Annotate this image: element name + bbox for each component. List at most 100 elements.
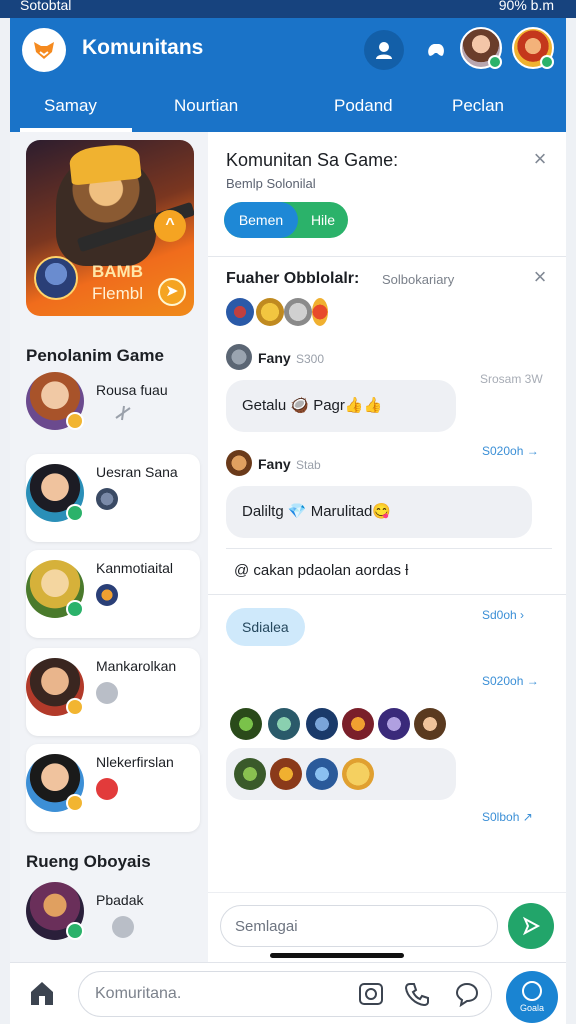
arrow-right-icon[interactable]: ➤ <box>158 278 186 306</box>
online-badge-icon <box>66 600 84 618</box>
home-icon[interactable] <box>28 979 56 1007</box>
section-title-rooms: Rueng Oboyais <box>26 852 151 871</box>
app-header: Komunitans <box>10 18 566 82</box>
message-bubble[interactable]: Getalu 🥥 Pagr👍👍 <box>226 380 456 432</box>
camera-icon[interactable] <box>358 981 384 1007</box>
game-button[interactable] <box>416 30 456 70</box>
skull-icon <box>284 298 312 326</box>
banner-character-avatar <box>34 256 78 300</box>
tab-podand[interactable]: Podand <box>334 96 393 116</box>
info-icon <box>112 916 134 938</box>
tab-peclan[interactable]: Peclan <box>452 96 504 116</box>
hero-hair-artwork <box>68 142 142 186</box>
online-indicator <box>488 55 502 69</box>
schedule-chip[interactable]: Sdialea <box>226 608 305 646</box>
hashtag-icon <box>115 405 131 421</box>
community-subtitle: Bemlp Solonilal <box>226 176 316 191</box>
crown-badge-icon <box>66 412 84 430</box>
banner-subtitle: Flembl <box>92 284 144 303</box>
user-avatar[interactable] <box>460 27 502 69</box>
status-right: 90% b.m <box>498 0 554 13</box>
alert-icon <box>96 778 118 800</box>
message-side-time: Srosam 3W <box>480 372 543 386</box>
member-name: Uesran Sana <box>96 464 178 480</box>
phone-icon[interactable] <box>404 981 430 1007</box>
system-message: @ cakan pdaolan aordas ƚ <box>234 562 409 579</box>
segment-active[interactable]: Bemen <box>224 202 298 238</box>
chat-panel: Komunitan Sa Game: Bemlp Solonilal × Bem… <box>208 132 566 962</box>
status-left: Sotobtal <box>20 0 72 13</box>
participant-avatar <box>234 758 266 790</box>
game-banner[interactable]: ^ BAMB Flembl ➤ <box>26 140 194 316</box>
crown-badge-icon <box>66 698 84 716</box>
fox-logo-icon <box>34 42 54 59</box>
participant-avatar[interactable] <box>230 708 262 740</box>
message-avatar <box>226 344 252 370</box>
participant-avatar[interactable] <box>268 708 300 740</box>
send-button[interactable] <box>508 903 554 949</box>
schedule-time: Sd0oh › <box>482 608 525 622</box>
status-avatar <box>96 584 118 606</box>
participant-avatar[interactable] <box>378 708 410 740</box>
divider <box>208 256 566 257</box>
divider <box>208 594 566 595</box>
participant-avatar[interactable] <box>342 708 374 740</box>
participant-avatar[interactable] <box>306 708 338 740</box>
community-title: Komunitan Sa Game: <box>226 150 399 170</box>
tab-nourtian[interactable]: Nourtian <box>174 96 238 116</box>
schedule-time: S0lboh ↗ <box>482 810 533 824</box>
close-icon[interactable]: × <box>530 266 550 288</box>
segmented-control[interactable]: Bemen Hile <box>224 202 348 238</box>
goala-button[interactable]: Goala <box>506 971 558 1023</box>
thumbs-up-icon <box>342 758 374 790</box>
member-name: Pbadak <box>96 892 144 908</box>
status-bar: Sotobtal 90% b.m <box>0 0 576 18</box>
member-item[interactable]: Rousa fuau <box>26 372 200 432</box>
message-input[interactable] <box>220 905 498 947</box>
member-card[interactable]: Nlekerfirslan <box>26 744 200 832</box>
online-badge-icon <box>66 504 84 522</box>
reaction-emoji <box>226 298 254 326</box>
member-card[interactable]: Mankarolkan <box>26 648 200 736</box>
member-item[interactable]: Pbadak <box>26 882 200 942</box>
member-card[interactable]: Kanmotiaital <box>26 550 200 638</box>
online-indicator <box>540 55 554 69</box>
torch-icon <box>312 298 328 326</box>
friend-avatar[interactable] <box>512 27 554 69</box>
segment-other[interactable]: Hile <box>298 202 348 238</box>
member-name: Mankarolkan <box>96 658 177 674</box>
controller-icon <box>428 44 444 56</box>
home-indicator <box>270 953 404 958</box>
goala-label: Goala <box>519 1003 545 1013</box>
member-name: Rousa fuau <box>96 382 168 398</box>
close-icon[interactable]: × <box>530 148 550 170</box>
participant-avatar <box>306 758 338 790</box>
user-icon <box>376 42 392 59</box>
send-icon <box>522 916 541 936</box>
chat-bubble-icon[interactable] <box>454 981 480 1007</box>
circle-icon <box>522 981 542 1001</box>
message-time: Stab <box>296 458 321 472</box>
member-name: Nlekerfirslan <box>96 754 174 770</box>
tab-bar: Samay Nourtian Podand Peclan <box>10 82 566 132</box>
app-logo[interactable] <box>22 28 66 72</box>
divider <box>226 548 552 549</box>
chevron-up-icon: ^ <box>154 210 186 242</box>
participant-avatar[interactable] <box>414 708 446 740</box>
reaction-card[interactable] <box>226 748 456 800</box>
status-avatar <box>96 488 118 510</box>
banner-title: BAMB <box>92 262 143 281</box>
featured-subtitle: Solbokariary <box>382 272 455 287</box>
participant-avatar <box>270 758 302 790</box>
crown-badge-icon <box>66 794 84 812</box>
tab-samay[interactable]: Samay <box>44 96 97 116</box>
bottom-bar: Goala <box>10 962 566 1024</box>
profile-button[interactable] <box>364 30 404 70</box>
section-title-members: Penolanim Game <box>26 346 164 365</box>
sidebar: ^ BAMB Flembl ➤ Penolanim Game Rousa fua… <box>10 132 208 962</box>
member-card[interactable]: Uesran Sana <box>26 454 200 542</box>
message-author: Fany <box>258 456 291 472</box>
member-name: Kanmotiaital <box>96 560 174 576</box>
message-avatar <box>226 450 252 476</box>
message-bubble[interactable]: Daliltg 💎 Marulitad😋 <box>226 486 532 538</box>
